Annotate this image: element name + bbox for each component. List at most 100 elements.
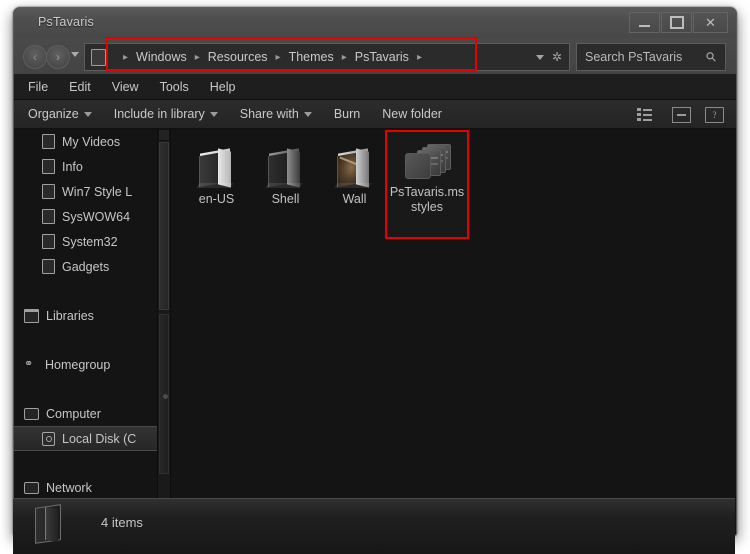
search-input[interactable]: Search PsTavaris [585,50,707,64]
preview-pane-icon [677,113,686,116]
address-bar[interactable]: ▸ Windows ▸ Resources ▸ Themes ▸ PsTavar… [84,43,570,71]
chevron-down-icon [209,111,218,117]
back-icon: ‹ [33,50,37,64]
file-icon-wrap [321,135,388,189]
scroll-up-button[interactable] [158,129,170,141]
sidebar-item-syswow64[interactable]: SysWOW64 [14,204,157,229]
navigation-pane: My Videos Info Win7 Style L SysWOW64 Sys… [14,129,157,535]
search-box[interactable]: Search PsTavaris ⚲ [576,43,726,71]
file-icon-wrap [252,135,319,189]
window-controls: ✕ [629,12,728,33]
folder-picture-icon [333,148,376,189]
sidebar-item-system32[interactable]: System32 [14,229,157,254]
menu-item-help[interactable]: Help [210,80,236,94]
folder-icon [264,148,307,189]
help-icon: ? [712,109,717,120]
file-item-shell[interactable]: Shell [252,135,319,207]
navigation-pane-scrollbar[interactable] [157,129,171,535]
include-in-library-button[interactable]: Include in library [114,107,218,121]
maximize-icon [669,16,684,29]
breadcrumb-item-pstavaris[interactable]: PsTavaris [354,50,410,64]
folder-icon [42,209,55,224]
folder-icon [42,159,55,174]
forward-button[interactable]: › [46,45,70,69]
burn-button[interactable]: Burn [334,107,360,121]
sidebar-item-label: SysWOW64 [62,209,131,224]
file-item-en-us[interactable]: en-US [183,135,250,207]
explorer-body: My Videos Info Win7 Style L SysWOW64 Sys… [14,129,736,535]
minimize-icon [639,25,650,27]
screenshot-root: PsTavaris ✕ ‹ › ▸ Windows ▸ Resources ▸ … [0,0,750,554]
chevron-down-icon [83,111,92,117]
sidebar-item-network[interactable]: Network [14,475,157,500]
scrollbar-thumb-lower[interactable] [159,314,169,474]
computer-icon [24,407,39,420]
sidebar-item-label: Computer [46,406,101,421]
sidebar-item-label: My Videos [62,134,121,149]
folder-icon [42,184,55,199]
msstyles-file-icon [405,142,451,182]
breadcrumb-separator: ▸ [194,51,200,63]
menu-item-tools[interactable]: Tools [160,80,189,94]
sidebar-item-label: Local Disk (C [62,431,137,446]
sidebar-item-info[interactable]: Info [14,154,157,179]
sidebar-item-label: Win7 Style L [62,184,133,199]
recent-pages-chevron-down-icon[interactable] [71,52,79,57]
sidebar-item-libraries[interactable]: Libraries [14,303,157,328]
scrollbar-thumb-upper[interactable] [159,142,169,310]
file-item-wall[interactable]: Wall [321,135,388,207]
breadcrumb-item-themes[interactable]: Themes [288,50,335,64]
change-view-button[interactable] [637,108,658,121]
share-with-button[interactable]: Share with [240,107,312,121]
breadcrumb: ▸ Windows ▸ Resources ▸ Themes ▸ PsTavar… [116,50,536,64]
breadcrumb-separator: ▸ [341,51,347,63]
change-view-icon [637,108,652,121]
sidebar-item-label: Homegroup [45,357,111,372]
breadcrumb-item-resources[interactable]: Resources [207,50,269,64]
folder-icon [33,504,67,548]
organize-button[interactable]: Organize [28,107,92,121]
help-button[interactable]: ? [705,106,724,123]
file-name: Shell [271,192,300,206]
sidebar-item-homegroup[interactable]: ⚭ Homegroup [14,352,157,377]
new-folder-button[interactable]: New folder [382,107,442,121]
menu-item-view[interactable]: View [112,80,139,94]
preview-pane-button[interactable] [672,106,691,123]
refresh-icon[interactable]: ✲ [552,51,562,63]
close-icon: ✕ [705,15,716,30]
organize-label: Organize [28,107,79,121]
network-icon [24,481,39,494]
sidebar-item-computer[interactable]: Computer [14,401,157,426]
status-bar: 4 items [13,498,735,554]
file-list-pane[interactable]: en-US Shell Wall PsTavaris.msstyles [171,129,736,535]
file-name: Wall [342,192,367,206]
file-name: PsTavaris.msstyles [389,185,465,214]
file-item-pstavaris-msstyles[interactable]: PsTavaris.msstyles [385,130,469,239]
address-bar-row: ‹ › ▸ Windows ▸ Resources ▸ Themes ▸ PsT… [14,38,736,75]
window-title: PsTavaris [38,15,94,29]
command-bar-right: ? [637,100,724,129]
sidebar-item-local-disk[interactable]: Local Disk (C [14,426,157,451]
sidebar-item-my-videos[interactable]: My Videos [14,129,157,154]
minimize-button[interactable] [629,12,660,33]
file-icon-wrap [183,135,250,189]
previous-locations-chevron-down-icon[interactable] [535,54,544,60]
sidebar-item-win7-style[interactable]: Win7 Style L [14,179,157,204]
include-in-library-label: Include in library [113,107,205,121]
maximize-button[interactable] [661,12,692,33]
folder-icon [42,234,55,249]
back-button[interactable]: ‹ [23,45,47,69]
sidebar-item-label: Network [46,480,92,495]
breadcrumb-item-windows[interactable]: Windows [135,50,188,64]
menu-item-file[interactable]: File [28,80,48,94]
close-button[interactable]: ✕ [693,12,728,33]
menu-item-edit[interactable]: Edit [69,80,91,94]
sidebar-item-gadgets[interactable]: Gadgets [14,254,157,279]
title-bar: PsTavaris ✕ [14,8,736,39]
